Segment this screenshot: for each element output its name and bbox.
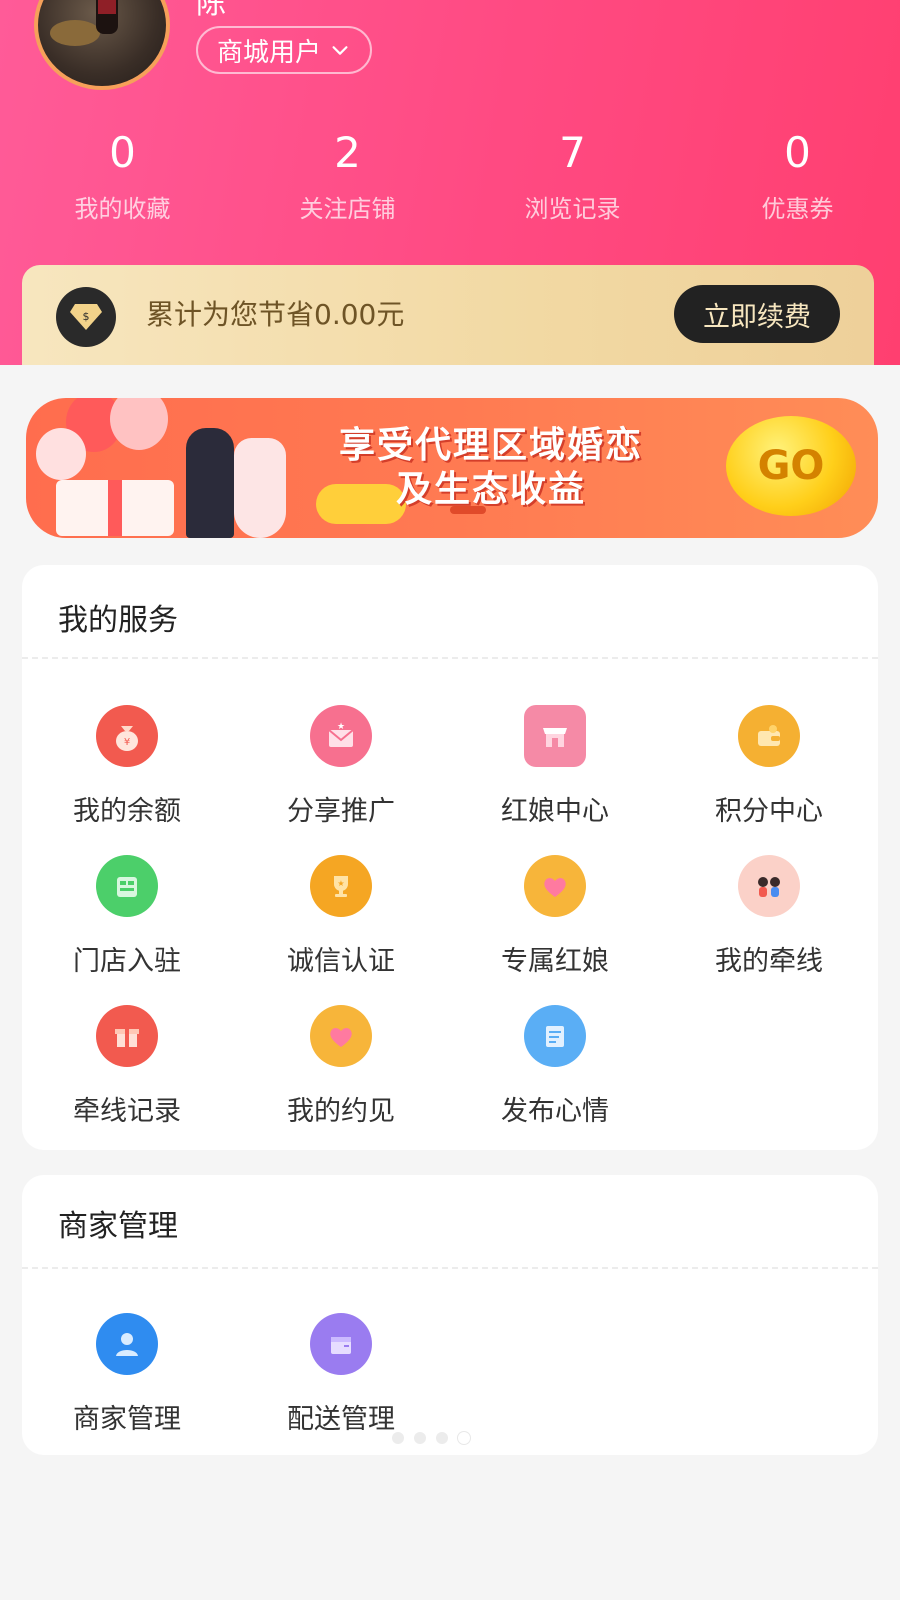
avatar[interactable] <box>34 0 170 90</box>
service-my-matches[interactable]: 我的牵线 <box>664 855 874 978</box>
svg-text:★: ★ <box>337 722 345 732</box>
service-label: 我的约见 <box>287 1096 395 1127</box>
service-balance[interactable]: ¥ 我的余额 <box>22 705 232 828</box>
service-matchmaker-center[interactable]: 红娘中心 <box>450 705 660 828</box>
money-bag-icon: ¥ <box>96 705 158 767</box>
gift-icon <box>96 1005 158 1067</box>
avatar-plate <box>50 20 100 46</box>
page-dot <box>436 1432 448 1444</box>
delivery-management[interactable]: 配送管理 <box>236 1313 446 1436</box>
page-indicator <box>392 1432 470 1444</box>
divider <box>22 1267 878 1269</box>
merchant-card: 商家管理 商家管理 配送管理 <box>22 1175 878 1455</box>
wallet-icon <box>738 705 800 767</box>
service-label: 积分中心 <box>715 796 823 827</box>
stat-label: 浏览记录 <box>524 195 621 223</box>
service-label: 我的牵线 <box>715 946 823 977</box>
stats-row: 0 我的收藏 2 关注店铺 7 浏览记录 0 优惠券 <box>0 125 900 224</box>
svg-text:¥: ¥ <box>124 737 130 748</box>
section-title: 商家管理 <box>58 1209 178 1244</box>
banner-indicator <box>450 506 486 514</box>
renew-button[interactable]: 立即续费 <box>674 285 840 343</box>
service-points[interactable]: 积分中心 <box>664 705 874 828</box>
vip-bar: $ 累计为您节省0.00元 立即续费 <box>22 265 874 365</box>
svg-text:$: $ <box>83 310 90 323</box>
services-card: 我的服务 ¥ 我的余额 ★ 分享推广 红娘中心 积分中心 门店入驻 ★ 诚信认证… <box>22 565 878 1150</box>
service-my-appointments[interactable]: 我的约见 <box>236 1005 446 1128</box>
service-exclusive-matchmaker[interactable]: 专属红娘 <box>450 855 660 978</box>
person-icon <box>96 1313 158 1375</box>
groom-figure <box>186 428 234 538</box>
note-icon <box>524 1005 586 1067</box>
divider <box>22 657 878 659</box>
balloon-decoration <box>36 428 86 480</box>
shop-icon <box>524 705 586 767</box>
banner-subline: 及生态收益 <box>395 469 586 510</box>
store-icon <box>96 855 158 917</box>
promo-banner[interactable]: 享受代理区域婚恋 及生态收益 GO <box>26 398 878 538</box>
stat-value: 0 <box>784 128 811 177</box>
heart-icon <box>310 1005 372 1067</box>
service-label: 牵线记录 <box>73 1096 181 1127</box>
page-dot <box>392 1432 404 1444</box>
stat-value: 7 <box>559 128 586 177</box>
service-label: 诚信认证 <box>287 946 395 977</box>
user-role-label: 商城用户 <box>216 37 321 68</box>
diamond-icon: $ <box>56 287 116 347</box>
go-button[interactable]: GO <box>726 416 856 516</box>
user-name: 陈 <box>196 0 226 21</box>
service-label: 发布心情 <box>501 1096 609 1127</box>
service-label: 分享推广 <box>287 796 395 827</box>
stat-label: 我的收藏 <box>74 195 171 223</box>
chevron-down-icon <box>332 46 348 55</box>
box-icon <box>310 1313 372 1375</box>
stat-label: 优惠券 <box>761 195 834 223</box>
stat-followed-shops[interactable]: 2 关注店铺 <box>245 125 450 224</box>
section-title: 我的服务 <box>58 603 178 638</box>
savings-text: 累计为您节省0.00元 <box>146 298 405 331</box>
service-store-join[interactable]: 门店入驻 <box>22 855 232 978</box>
merchant-label: 配送管理 <box>287 1404 395 1435</box>
user-role-dropdown[interactable]: 商城用户 <box>196 26 372 74</box>
balloon-decoration <box>110 398 168 450</box>
couple-icon <box>738 855 800 917</box>
stat-favorites[interactable]: 0 我的收藏 <box>20 125 225 224</box>
profile-header: 陈 商城用户 0 我的收藏 2 关注店铺 7 浏览记录 0 优惠券 $ 累计为您… <box>0 0 900 365</box>
trophy-icon: ★ <box>310 855 372 917</box>
page-dot-active <box>458 1432 470 1444</box>
service-post-mood[interactable]: 发布心情 <box>450 1005 660 1128</box>
stat-label: 关注店铺 <box>299 195 396 223</box>
service-match-records[interactable]: 牵线记录 <box>22 1005 232 1128</box>
service-label: 门店入驻 <box>73 946 181 977</box>
service-share[interactable]: ★ 分享推广 <box>236 705 446 828</box>
service-integrity-cert[interactable]: ★ 诚信认证 <box>236 855 446 978</box>
gift-decoration <box>56 480 174 536</box>
svg-text:★: ★ <box>337 879 344 888</box>
service-label: 我的余额 <box>73 796 181 827</box>
stat-history[interactable]: 7 浏览记录 <box>470 125 675 224</box>
merchant-management[interactable]: 商家管理 <box>22 1313 232 1436</box>
service-label: 红娘中心 <box>501 796 609 827</box>
service-label: 专属红娘 <box>501 946 609 977</box>
merchant-label: 商家管理 <box>73 1404 181 1435</box>
stat-value: 2 <box>334 128 361 177</box>
stat-value: 0 <box>109 128 136 177</box>
heart-icon <box>524 855 586 917</box>
stat-coupons[interactable]: 0 优惠券 <box>695 125 900 224</box>
avatar-bottle-label <box>98 0 116 14</box>
page-dot <box>414 1432 426 1444</box>
envelope-icon: ★ <box>310 705 372 767</box>
